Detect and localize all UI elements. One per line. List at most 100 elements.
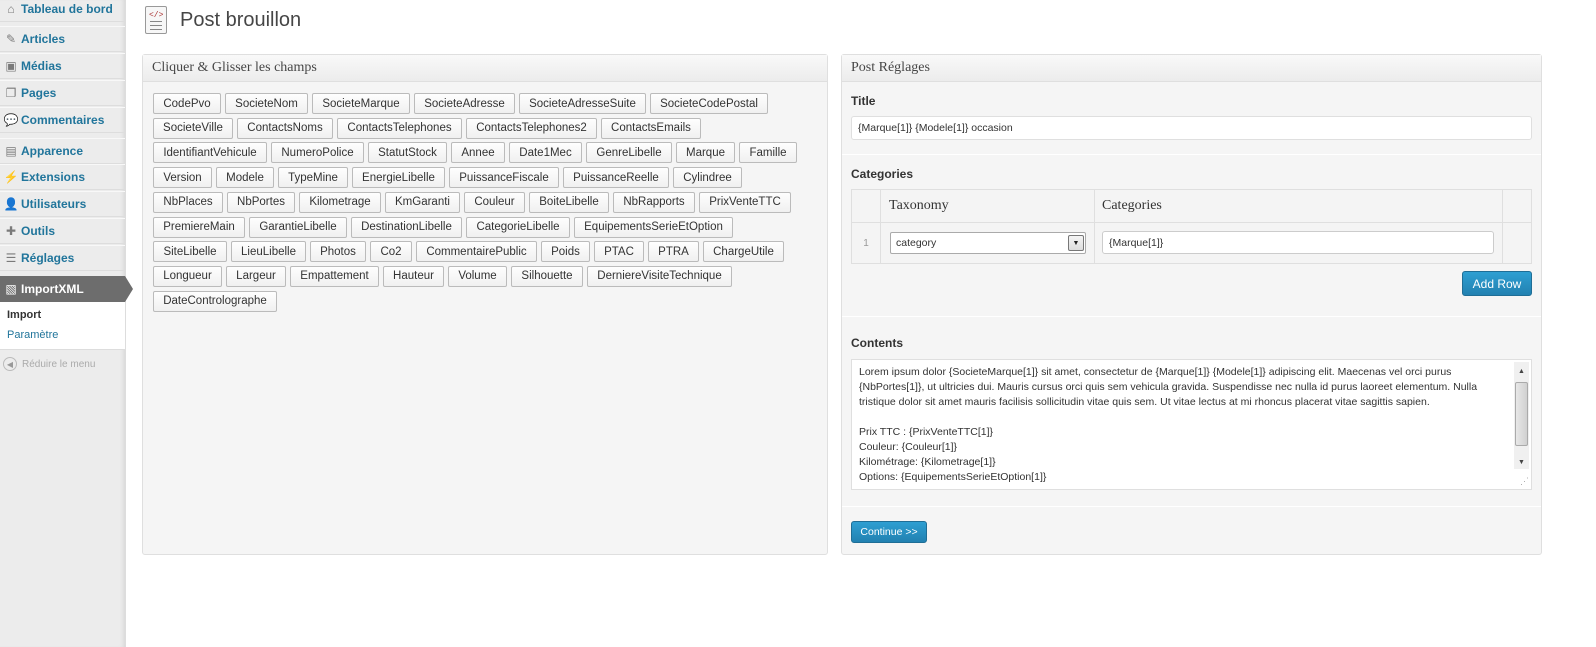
field-tag[interactable]: CategorieLibelle bbox=[466, 216, 570, 238]
home-icon: ⌂ bbox=[7, 2, 15, 16]
field-tag[interactable]: Hauteur bbox=[383, 265, 444, 287]
sidebar-item-label: Commentaires bbox=[21, 113, 105, 127]
field-tag[interactable]: NbRapports bbox=[613, 191, 695, 213]
resize-grip-icon[interactable]: ⋰ bbox=[1520, 476, 1529, 487]
field-tag[interactable]: ContactsTelephones2 bbox=[466, 117, 597, 139]
collapse-menu-label: Réduire le menu bbox=[22, 358, 96, 370]
sidebar-item-label: Réglages bbox=[21, 251, 75, 265]
sidebar-item-label: Articles bbox=[21, 32, 66, 46]
field-tag[interactable]: ContactsNoms bbox=[237, 117, 333, 139]
sidebar-item-users[interactable]: 👤 Utilisateurs bbox=[0, 191, 125, 217]
field-tag[interactable]: PuissanceReelle bbox=[563, 167, 669, 189]
scroll-down-icon[interactable]: ▼ bbox=[1514, 455, 1529, 469]
field-tag[interactable]: KmGaranti bbox=[385, 191, 460, 213]
field-tag[interactable]: Empattement bbox=[290, 265, 379, 287]
row-index: 1 bbox=[863, 238, 869, 249]
field-tag[interactable]: Cylindree bbox=[673, 167, 742, 189]
field-tag[interactable]: Volume bbox=[448, 265, 507, 287]
field-tag[interactable]: SiteLibelle bbox=[153, 241, 227, 263]
categories-input[interactable]: {Marque[1]} bbox=[1102, 231, 1494, 254]
field-tag[interactable]: NbPlaces bbox=[153, 191, 223, 213]
field-tag[interactable]: PTRA bbox=[648, 241, 699, 263]
field-tag[interactable]: Modele bbox=[216, 167, 274, 189]
field-tag[interactable]: StatutStock bbox=[368, 142, 447, 164]
field-tag[interactable]: Couleur bbox=[464, 191, 525, 213]
sidebar-item-comments[interactable]: 💬 Commentaires bbox=[0, 107, 125, 133]
field-tag[interactable]: SocieteCodePostal bbox=[650, 93, 768, 114]
field-tag[interactable]: SocieteNom bbox=[225, 93, 308, 114]
contents-textarea[interactable]: Lorem ipsum dolor {SocieteMarque[1]} sit… bbox=[851, 359, 1532, 490]
field-tag[interactable]: DestinationLibelle bbox=[351, 216, 462, 238]
field-tag[interactable]: PrixVenteTTC bbox=[699, 191, 791, 213]
field-tag[interactable]: Co2 bbox=[370, 241, 412, 263]
field-tag[interactable]: TypeMine bbox=[278, 167, 348, 189]
sidebar-item-appearance[interactable]: ▤ Apparence bbox=[0, 138, 125, 164]
sidebar-item-medias[interactable]: ▣ Médias bbox=[0, 53, 125, 79]
sidebar-item-label: Médias bbox=[21, 59, 62, 73]
post-icon: </> bbox=[145, 6, 167, 34]
field-tag[interactable]: Kilometrage bbox=[299, 191, 381, 213]
settings-panel-title: Post Réglages bbox=[842, 55, 1541, 82]
contents-scrollbar[interactable]: ▲ ▼ bbox=[1514, 362, 1529, 469]
field-tag[interactable]: Photos bbox=[310, 241, 366, 263]
collapse-menu-button[interactable]: ◀ Réduire le menu bbox=[3, 357, 95, 371]
field-tag[interactable]: DateControlographe bbox=[153, 290, 277, 312]
users-icon: 👤 bbox=[3, 197, 19, 211]
sidebar-item-importxml[interactable]: ▧ ImportXML bbox=[0, 276, 133, 302]
field-tag[interactable]: Famille bbox=[739, 142, 797, 164]
categories-label: Categories bbox=[851, 167, 914, 181]
field-tag[interactable]: CommentairePublic bbox=[416, 241, 537, 263]
scrollbar-thumb[interactable] bbox=[1515, 382, 1528, 446]
media-icon: ▣ bbox=[5, 59, 17, 73]
field-tag[interactable]: SocieteAdresse bbox=[414, 93, 515, 114]
field-tag[interactable]: ContactsEmails bbox=[601, 117, 701, 139]
sidebar-item-pages[interactable]: ❐ Pages bbox=[0, 80, 125, 106]
field-tag[interactable]: Annee bbox=[451, 142, 505, 164]
collapse-arrow-icon: ◀ bbox=[3, 357, 17, 371]
sidebar-item-articles[interactable]: ✎ Articles bbox=[0, 26, 125, 52]
field-tag[interactable]: GarantieLibelle bbox=[249, 216, 347, 238]
sidebar-item-label: ImportXML bbox=[21, 282, 84, 296]
field-tag[interactable]: Silhouette bbox=[511, 265, 583, 287]
field-tag[interactable]: EquipementsSerieEtOption bbox=[574, 216, 733, 238]
pages-icon: ❐ bbox=[5, 86, 17, 100]
field-tag[interactable]: NumeroPolice bbox=[271, 142, 364, 164]
field-tag[interactable]: PTAC bbox=[594, 241, 644, 263]
field-tag[interactable]: Poids bbox=[541, 241, 590, 263]
field-tag[interactable]: BoiteLibelle bbox=[529, 191, 609, 213]
field-tag[interactable]: SocieteAdresseSuite bbox=[519, 93, 646, 114]
field-tag[interactable]: IdentifiantVehicule bbox=[153, 142, 267, 164]
continue-button[interactable]: Continue >> bbox=[851, 521, 927, 543]
field-tag[interactable]: SocieteMarque bbox=[312, 93, 410, 114]
field-tag[interactable]: EnergieLibelle bbox=[352, 167, 445, 189]
field-tag[interactable]: DerniereVisiteTechnique bbox=[587, 265, 732, 287]
field-tag[interactable]: Longueur bbox=[153, 265, 222, 287]
admin-sidebar: ⌂ Tableau de bord ✎ Articles ▣ Médias ❐ … bbox=[0, 0, 133, 647]
field-tag[interactable]: PremiereMain bbox=[153, 216, 245, 238]
field-tag[interactable]: GenreLibelle bbox=[586, 142, 672, 164]
field-tag[interactable]: NbPortes bbox=[227, 191, 295, 213]
submenu-item-parametre[interactable]: Paramètre bbox=[7, 329, 58, 341]
field-tag[interactable]: Version bbox=[153, 167, 212, 189]
field-tag[interactable]: Date1Mec bbox=[509, 142, 582, 164]
sidebar-item-extensions[interactable]: ⚡ Extensions bbox=[0, 164, 125, 190]
field-tag[interactable]: ChargeUtile bbox=[703, 241, 784, 263]
field-tag[interactable]: PuissanceFiscale bbox=[449, 167, 559, 189]
sidebar-item-label: Outils bbox=[21, 224, 56, 238]
sidebar-item-tools[interactable]: ✚ Outils bbox=[0, 218, 125, 244]
title-input[interactable]: {Marque[1]} {Modele[1]} occasion bbox=[851, 116, 1532, 140]
add-row-button[interactable]: Add Row bbox=[1462, 271, 1532, 296]
sidebar-item-settings[interactable]: ☰ Réglages bbox=[0, 245, 125, 271]
field-tag[interactable]: Largeur bbox=[226, 265, 286, 287]
field-tag[interactable]: LieuLibelle bbox=[231, 241, 306, 263]
field-tag[interactable]: CodePvo bbox=[153, 93, 221, 114]
scroll-up-icon[interactable]: ▲ bbox=[1514, 364, 1529, 378]
field-tag[interactable]: ContactsTelephones bbox=[337, 117, 462, 139]
submenu-item-import[interactable]: Import bbox=[7, 309, 41, 321]
field-tag[interactable]: Marque bbox=[676, 142, 735, 164]
field-tag[interactable]: SocieteVille bbox=[153, 117, 233, 139]
taxonomy-select[interactable]: category ▼ bbox=[890, 232, 1086, 254]
sidebar-item-label: Utilisateurs bbox=[21, 197, 87, 211]
sidebar-item-label: Pages bbox=[21, 86, 57, 100]
sidebar-item-dashboard[interactable]: ⌂ Tableau de bord bbox=[0, 0, 125, 22]
